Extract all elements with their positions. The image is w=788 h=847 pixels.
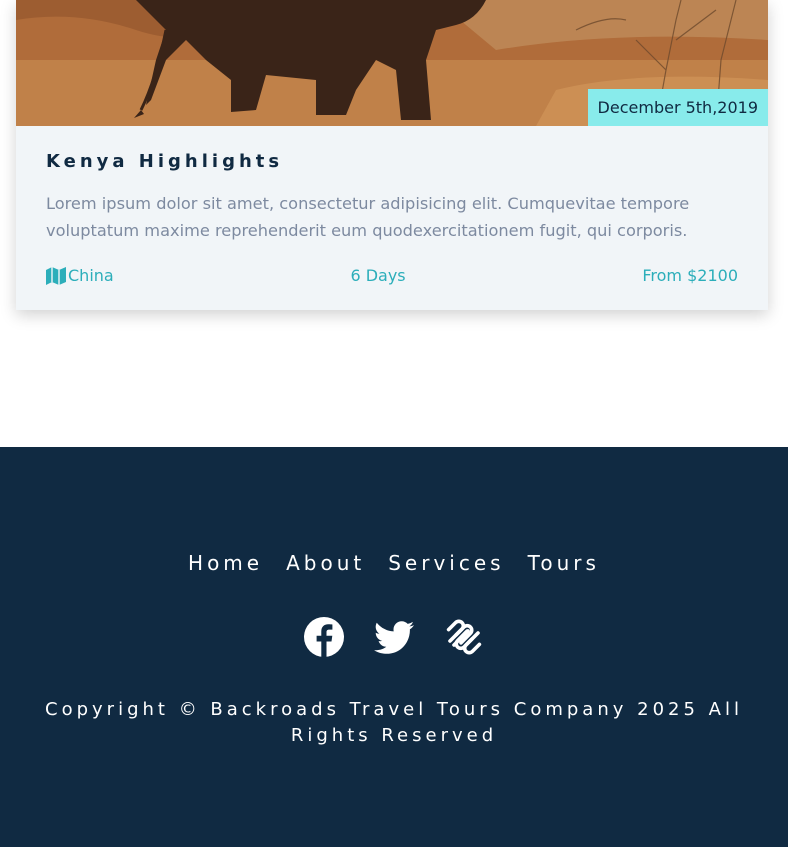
tour-country: China <box>46 264 114 288</box>
tour-country-label: China <box>68 266 114 285</box>
footer-links: Home About Services Tours <box>0 550 788 576</box>
facebook-icon <box>304 617 344 657</box>
tour-info: Kenya Highlights Lorem ipsum dolor sit a… <box>46 150 738 244</box>
tour-card: December 5th,2019 Kenya Highlights Lorem… <box>16 0 768 310</box>
tour-date-badge: December 5th,2019 <box>587 89 768 126</box>
tour-price: From $2100 <box>642 266 738 285</box>
squarespace-link[interactable] <box>444 617 484 657</box>
twitter-link[interactable] <box>374 617 414 657</box>
map-icon <box>46 267 66 285</box>
tour-duration: 6 Days <box>350 266 406 285</box>
page: December 5th,2019 Kenya Highlights Lorem… <box>0 0 788 847</box>
twitter-icon <box>374 621 414 654</box>
footer-link-tours[interactable]: Tours <box>528 550 600 576</box>
tour-description: Lorem ipsum dolor sit amet, consectetur … <box>46 194 690 240</box>
copyright-text: Copyright © Backroads Travel Tours Compa… <box>45 699 743 746</box>
site-footer: Home About Services Tours Copyright © Ba… <box>0 447 788 847</box>
footer-social-icons <box>0 617 788 657</box>
footer-link-home[interactable]: Home <box>188 550 263 576</box>
squarespace-icon <box>446 619 482 655</box>
footer-link-about[interactable]: About <box>286 550 365 576</box>
tour-image: December 5th,2019 <box>16 0 768 126</box>
facebook-link[interactable] <box>304 617 344 657</box>
footer-link-services[interactable]: Services <box>388 550 504 576</box>
tour-title: Kenya Highlights <box>46 151 284 172</box>
tour-footer: China 6 Days From $2100 <box>46 264 738 288</box>
